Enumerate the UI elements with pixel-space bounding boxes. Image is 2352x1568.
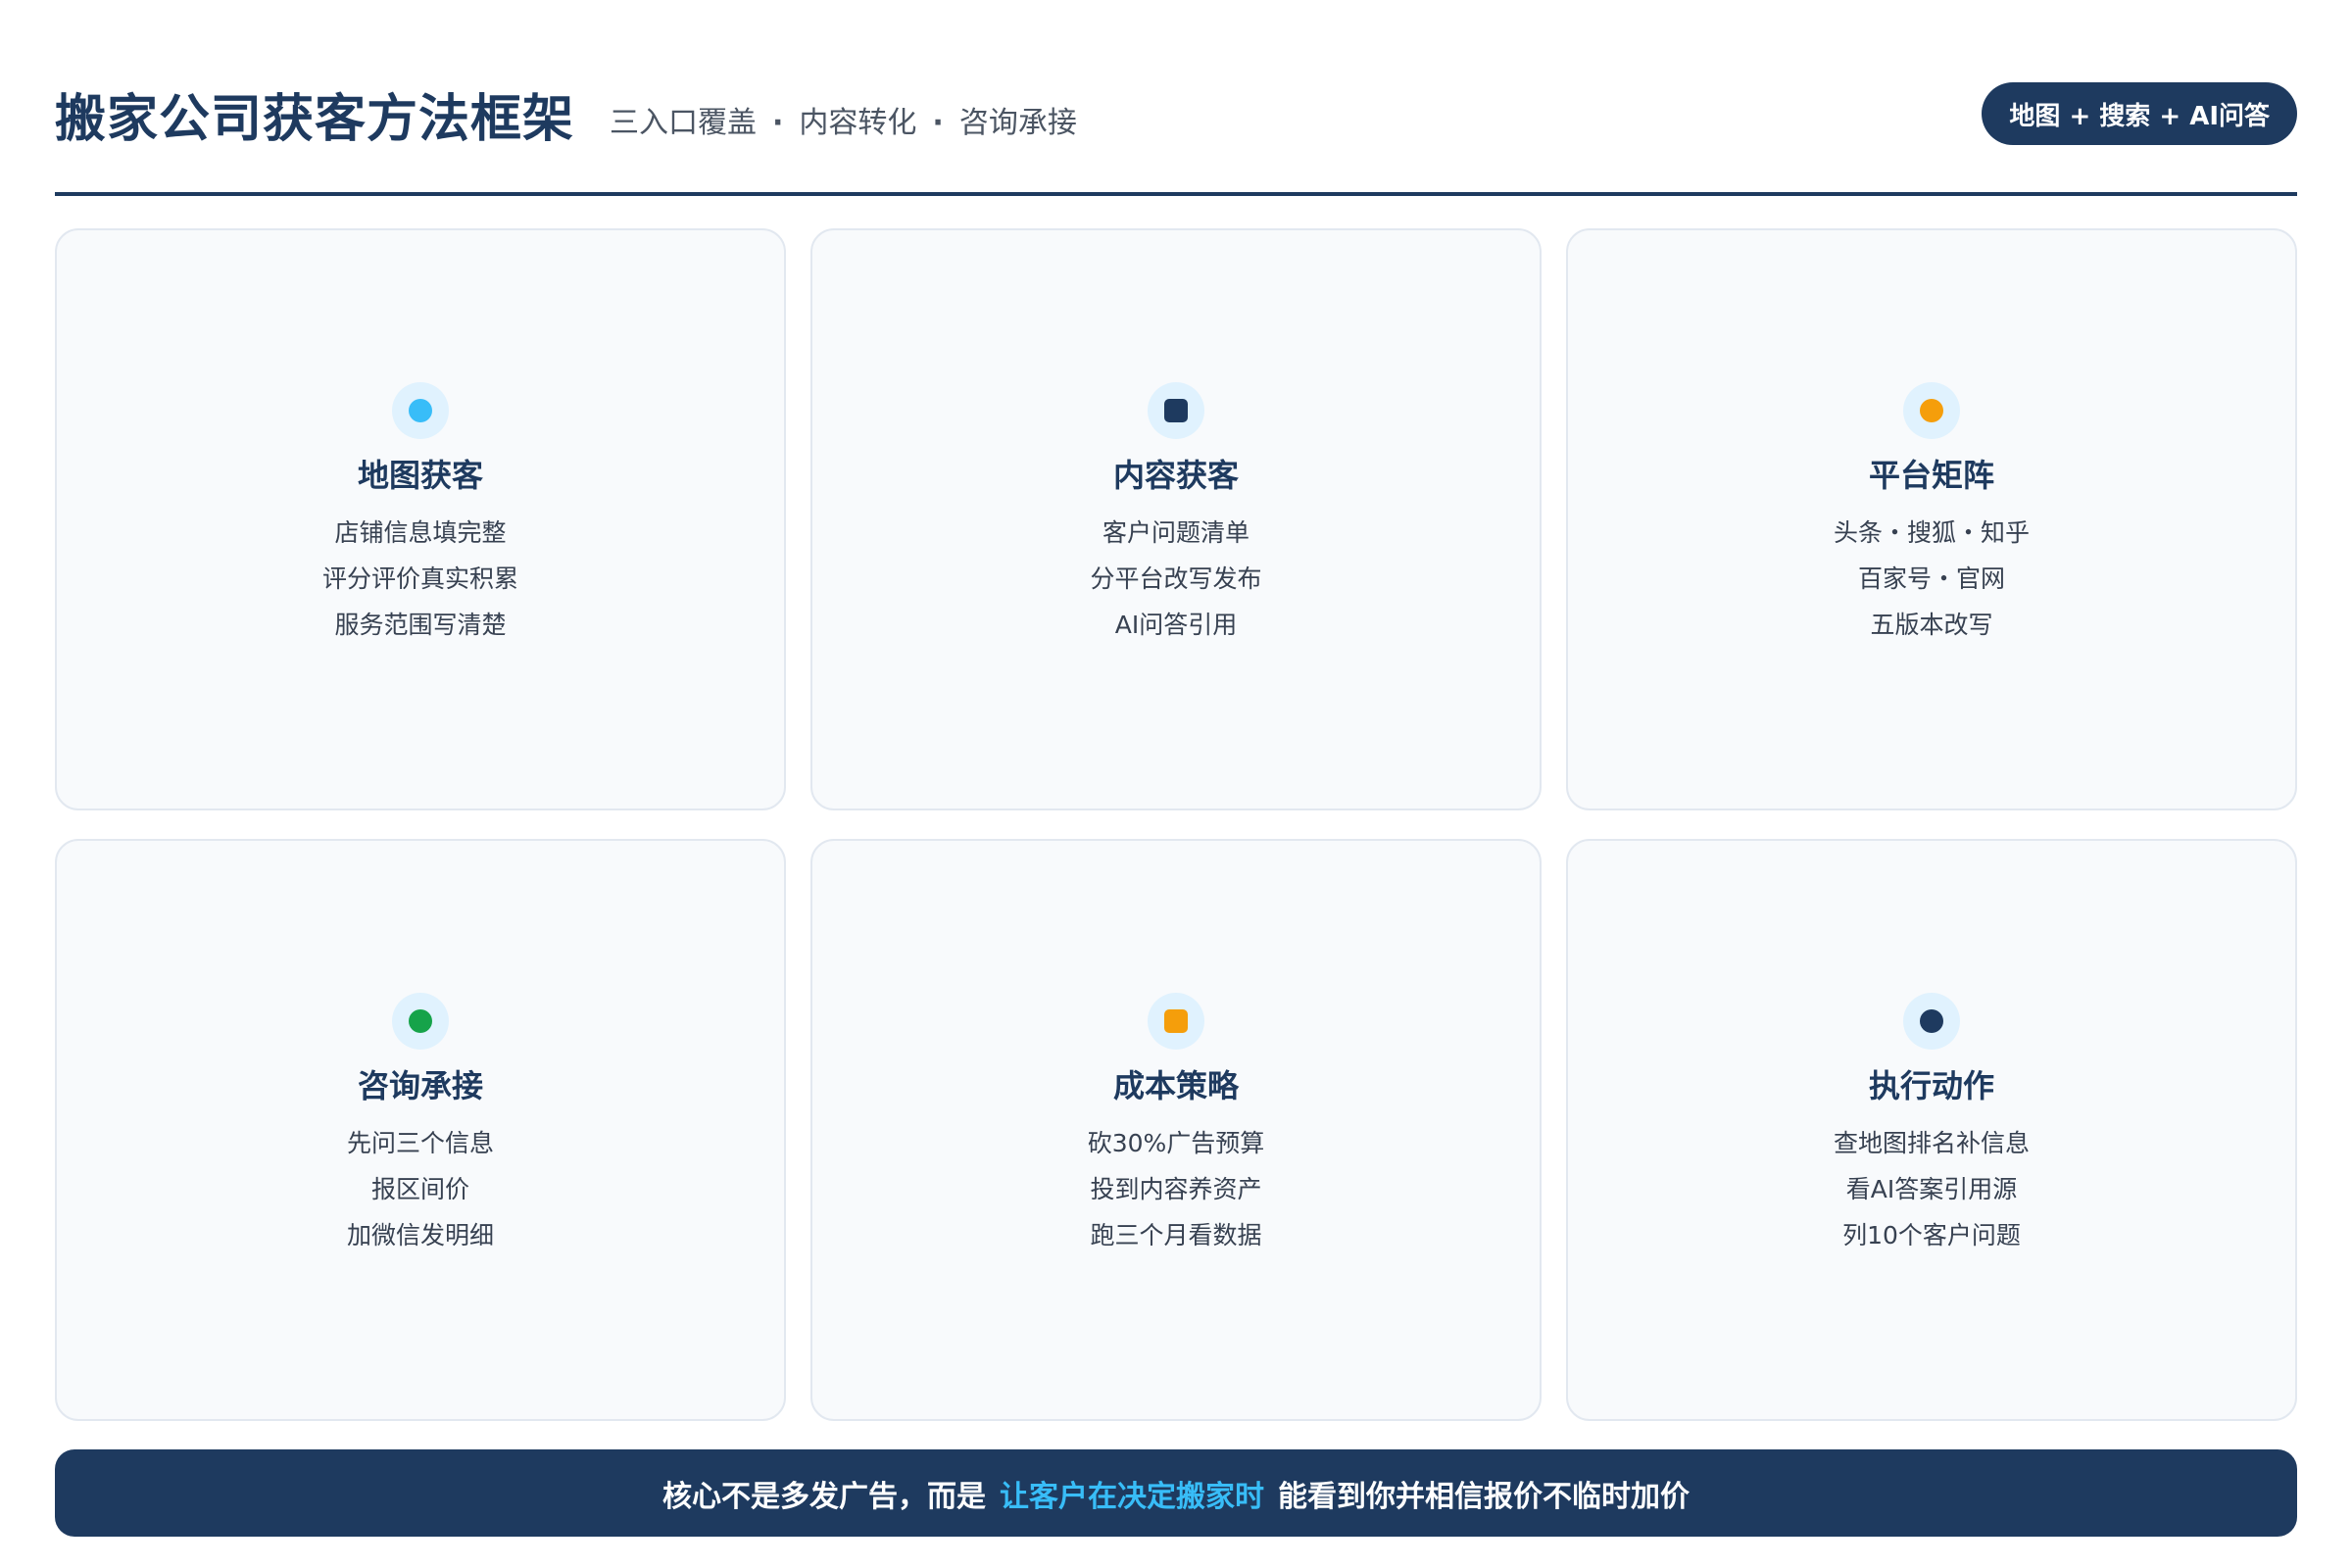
card-icon-badge [1903, 381, 1960, 439]
card-execution: 执行动作 查地图排名补信息 看AI答案引用源 列10个客户问题 [1566, 839, 2297, 1421]
card-line: 查地图排名补信息 [1833, 1128, 2030, 1157]
card-line: 投到内容养资产 [1090, 1174, 1262, 1203]
card-line: 店铺信息填完整 [334, 517, 507, 547]
card-line: 服务范围写清楚 [334, 610, 507, 639]
card-line: 头条・搜狐・知乎 [1833, 517, 2030, 547]
card-title: 内容获客 [1112, 456, 1239, 494]
card-content-acquisition: 内容获客 客户问题清单 分平台改写发布 AI问答引用 [810, 228, 1542, 810]
card-line: 百家号・官网 [1857, 564, 2005, 593]
circle-icon [409, 398, 432, 422]
circle-icon [1920, 1008, 1943, 1033]
card-cost-strategy: 成本策略 砍30%广告预算 投到内容养资产 跑三个月看数据 [810, 839, 1542, 1421]
subtitle-part-1: 三入口覆盖 [610, 106, 758, 140]
card-line: 五版本改写 [1870, 610, 1993, 639]
page-title: 搬家公司获客方法框架 [55, 89, 575, 149]
page: 搬家公司获客方法框架 三入口覆盖 · 内容转化 · 咨询承接 地图 + 搜索 + AI问… [0, 0, 2352, 1568]
banner-highlight: 让客户在决定搬家时 [1000, 1479, 1264, 1514]
circle-icon [409, 1008, 432, 1033]
card-line: 列10个客户问题 [1842, 1220, 2021, 1250]
card-line: 先问三个信息 [346, 1128, 494, 1157]
card-icon-badge [1903, 992, 1960, 1050]
subtitle-part-3: 咨询承接 [958, 106, 1077, 140]
card-icon-badge [392, 992, 449, 1050]
banner-prefix: 核心不是多发广告，而是 [662, 1479, 986, 1514]
card-line: 报区间价 [370, 1174, 469, 1203]
subtitle-separator: · [932, 106, 944, 140]
square-icon [1164, 1008, 1188, 1033]
card-line: 加微信发明细 [346, 1220, 494, 1250]
card-consultation: 咨询承接 先问三个信息 报区间价 加微信发明细 [55, 839, 786, 1421]
banner-suffix: 能看到你并相信报价不临时加价 [1278, 1479, 1690, 1514]
circle-icon [1920, 398, 1943, 422]
subtitle-separator: · [772, 106, 784, 140]
card-title: 咨询承接 [357, 1066, 483, 1104]
card-line: 分平台改写发布 [1090, 564, 1262, 593]
page-subtitle: 三入口覆盖 · 内容转化 · 咨询承接 [610, 98, 1077, 141]
card-title: 执行动作 [1868, 1066, 1994, 1104]
card-line: 砍30%广告预算 [1087, 1128, 1265, 1157]
header: 搬家公司获客方法框架 三入口覆盖 · 内容转化 · 咨询承接 地图 + 搜索 + AI问… [55, 74, 2297, 153]
subtitle-part-2: 内容转化 [799, 106, 917, 140]
card-map-acquisition: 地图获客 店铺信息填完整 评分评价真实积累 服务范围写清楚 [55, 228, 786, 810]
card-line: 看AI答案引用源 [1845, 1174, 2018, 1203]
summary-banner: 核心不是多发广告，而是 让客户在决定搬家时 能看到你并相信报价不临时加价 [55, 1449, 2297, 1537]
square-icon [1164, 398, 1188, 422]
card-icon-badge [1148, 992, 1204, 1050]
card-icon-badge [392, 381, 449, 439]
card-line: 客户问题清单 [1102, 517, 1250, 547]
card-title: 平台矩阵 [1868, 456, 1994, 494]
header-divider [55, 192, 2297, 196]
card-icon-badge [1148, 381, 1204, 439]
channel-badge: 地图 + 搜索 + AI问答 [1982, 82, 2297, 145]
card-title: 地图获客 [357, 456, 483, 494]
card-line: 评分评价真实积累 [321, 564, 518, 593]
card-platform-matrix: 平台矩阵 头条・搜狐・知乎 百家号・官网 五版本改写 [1566, 228, 2297, 810]
card-line: 跑三个月看数据 [1090, 1220, 1262, 1250]
card-title: 成本策略 [1112, 1066, 1239, 1104]
card-grid: 地图获客 店铺信息填完整 评分评价真实积累 服务范围写清楚 内容获客 客户问题清… [55, 228, 2297, 1421]
card-line: AI问答引用 [1114, 610, 1238, 639]
